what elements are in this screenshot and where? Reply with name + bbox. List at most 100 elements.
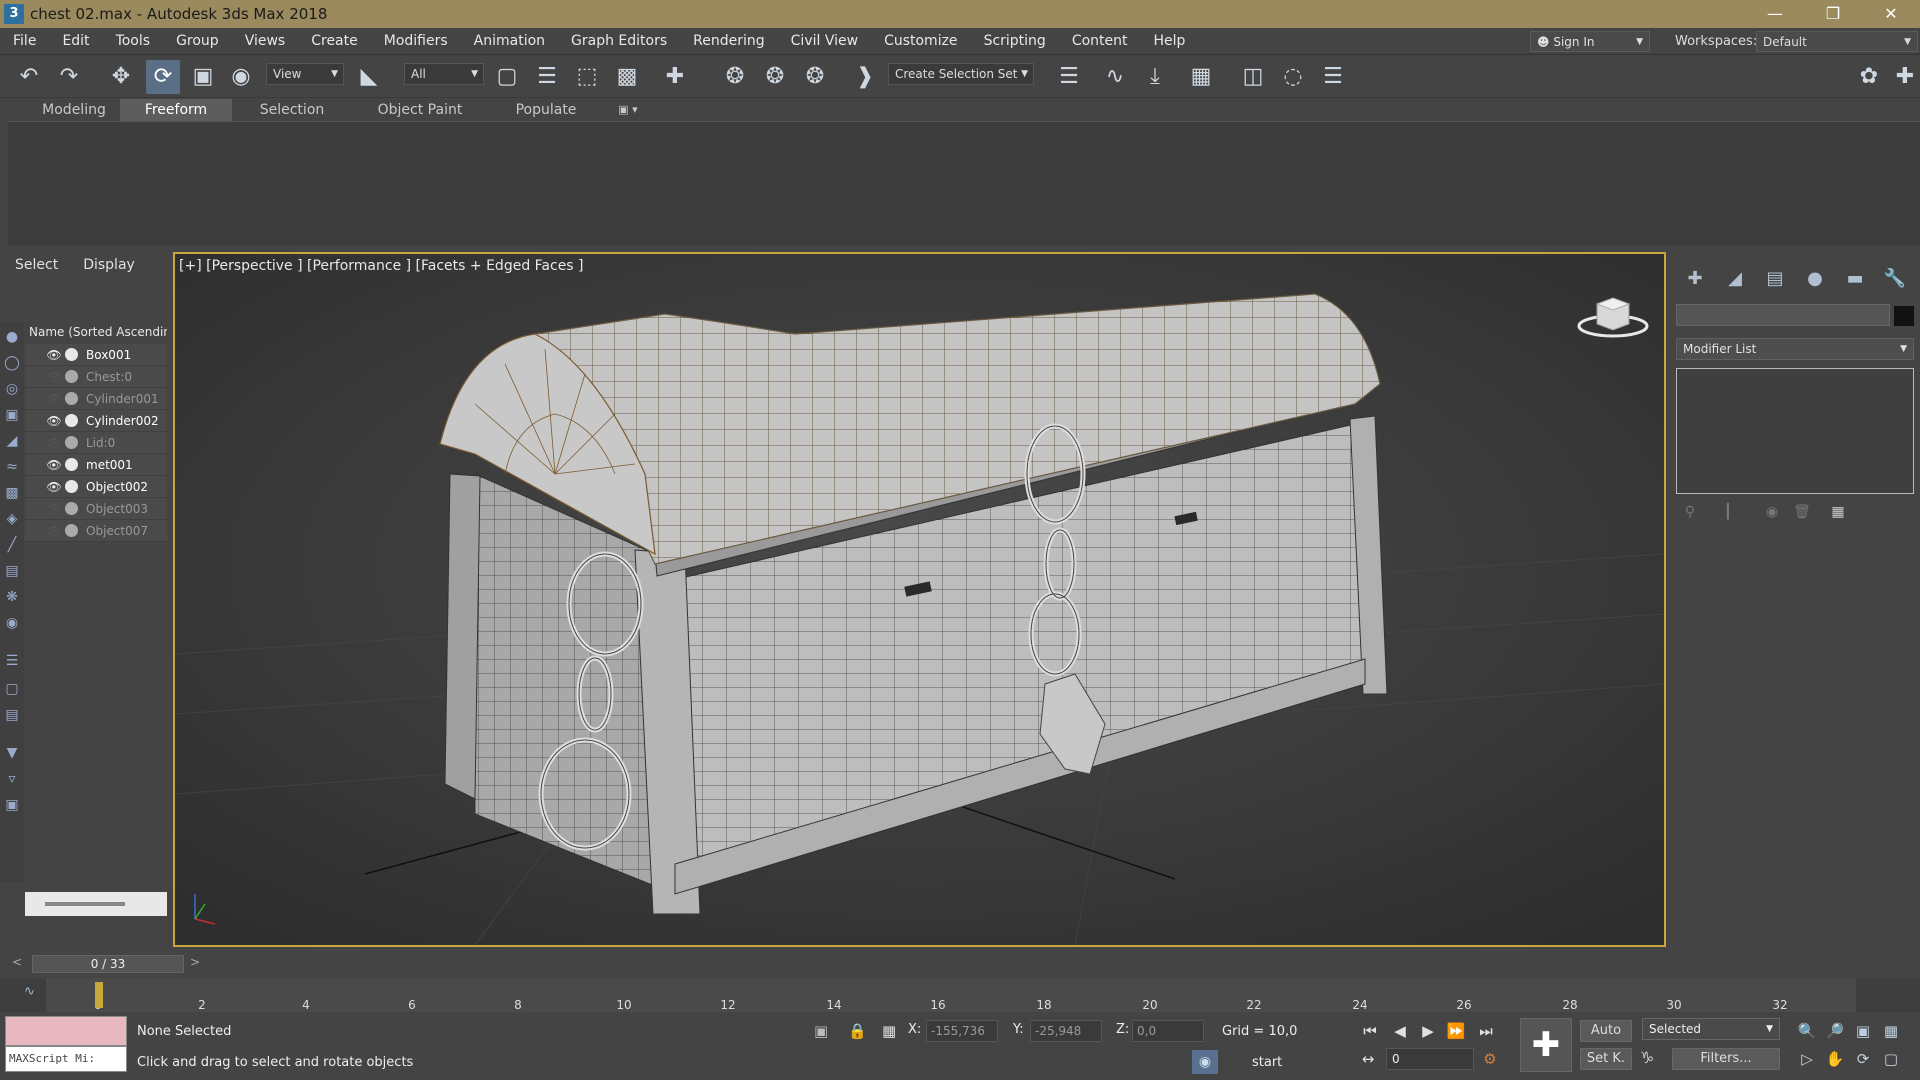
menu-create[interactable]: Create [298,33,371,49]
menu-group[interactable]: Group [163,33,232,49]
current-frame-field[interactable]: 0 [1386,1048,1474,1070]
viewcube-icon[interactable] [1573,290,1653,340]
bones-icon[interactable]: ╱ [3,536,21,554]
object-name-field[interactable] [1676,304,1890,326]
perspective-viewport[interactable]: [+] [Perspective ] [Performance ] [Facet… [173,252,1666,947]
containers-icon[interactable]: ▤ [3,562,21,580]
funnel-icon[interactable]: ▿ [3,770,21,788]
list-item[interactable]: 👁 Object002 [25,476,167,498]
key-mode-icon[interactable]: ↔ [1356,1048,1380,1070]
object-color-swatch[interactable] [1894,306,1914,326]
key-filter-selected-dropdown[interactable]: Selected ▼ [1642,1018,1780,1040]
isolate-selection-icon[interactable]: ▣ [814,1022,828,1040]
adaptive-degradation-icon[interactable]: ◉ [1192,1050,1218,1074]
show-end-result-icon[interactable]: ┃ [1718,504,1738,524]
zoom-extents-all-icon[interactable]: ▦ [1880,1020,1902,1042]
previous-frame-icon[interactable]: ◀ [1388,1020,1412,1042]
lights-icon[interactable]: ◎ [3,380,21,398]
lock-icon[interactable]: 🔒 [848,1022,867,1040]
default-tangents-icon[interactable]: ♑ [1640,1048,1654,1067]
groups-icon[interactable]: ▩ [3,484,21,502]
spacewarps-icon[interactable]: ≈ [3,458,21,476]
folder-icon[interactable]: ▣ [3,796,21,814]
workspaces-dropdown[interactable]: Default ▼ [1756,31,1918,52]
next-frame-icon[interactable]: ⏩ [1444,1020,1468,1042]
pan-icon[interactable]: ✋ [1824,1048,1846,1070]
list-item[interactable]: 👁 Chest:0 [25,366,167,388]
set-key-icon[interactable]: ✚ [1520,1018,1572,1072]
window-crossing-icon[interactable]: ▩ [610,60,644,94]
select-by-name-icon[interactable]: ☰ [530,60,564,94]
time-slider[interactable]: 0 / 33 [32,955,184,973]
eye-icon[interactable]: 👁 [45,480,63,494]
time-configuration-icon[interactable]: ⚙ [1478,1048,1502,1070]
list-icon[interactable]: ☰ [3,652,21,670]
modifier-stack[interactable] [1676,368,1914,494]
maxscript-output[interactable] [5,1016,127,1046]
tab-freeform[interactable]: Freeform [120,99,232,121]
app-icon[interactable]: 3 [4,4,24,24]
menu-customize[interactable]: Customize [871,33,971,49]
filter-icon[interactable]: ▼ [3,744,21,762]
layer-explorer-icon[interactable]: ☰ [1052,60,1086,94]
ribbon-options-icon[interactable]: ▣ ▾ [610,99,646,121]
list-item[interactable]: 👁 Cylinder001 [25,388,167,410]
align-icon[interactable]: ◌ [1276,60,1310,94]
track-bar[interactable]: ∿ 0 2 4 6 8 10 12 14 16 18 20 22 24 26 2… [0,978,1920,1012]
menu-edit[interactable]: Edit [49,33,102,49]
curve-editor-icon[interactable]: ∿ [1098,60,1132,94]
list-item[interactable]: 👁 Object003 [25,498,167,520]
list-item[interactable]: 👁 Object007 [25,520,167,542]
list-item[interactable]: 👁 Box001 [25,344,167,366]
menu-scripting[interactable]: Scripting [971,33,1059,49]
dope-sheet-icon[interactable]: ⤓ [1138,60,1172,94]
rotate-icon[interactable]: ⟳ [146,60,180,94]
hierarchy-tab-icon[interactable]: ▤ [1760,266,1790,292]
shapes-icon[interactable]: ◯ [3,354,21,372]
pin-stack-icon[interactable]: ⚲ [1680,504,1700,524]
menu-rendering[interactable]: Rendering [680,33,778,49]
z-coordinate-field[interactable]: 0,0 [1132,1020,1204,1042]
mirror-icon[interactable]: ◫ [1236,60,1270,94]
go-to-end-icon[interactable]: ⏭ [1474,1020,1498,1042]
time-next-icon[interactable]: > [190,955,200,969]
list-item[interactable]: 👁 met001 [25,454,167,476]
eye-icon[interactable]: 👁 [45,370,63,384]
display-tab-icon[interactable]: ▬ [1840,266,1870,292]
snap-move-icon[interactable]: ✚ [658,60,692,94]
tab-populate[interactable]: Populate [496,99,596,121]
list-item[interactable]: 👁 Lid:0 [25,432,167,454]
menu-content[interactable]: Content [1059,33,1141,49]
render-frame-icon[interactable]: ✚ [1888,60,1920,94]
reference-coordinate-dropdown[interactable]: View ▼ [266,63,344,85]
menu-file[interactable]: File [0,33,49,49]
absolute-mode-icon[interactable]: ▦ [882,1022,896,1040]
xrefs-icon[interactable]: ◈ [3,510,21,528]
key-filters-button[interactable]: Filters... [1672,1048,1780,1070]
create-tab-icon[interactable]: ✚ [1680,266,1710,292]
horizontal-scrollbar[interactable] [25,892,167,916]
x-coordinate-field[interactable]: -155,736 [926,1020,998,1042]
redo-icon[interactable]: ↷ [52,60,86,94]
tab-select[interactable]: Select [0,257,68,273]
cameras-icon[interactable]: ▣ [3,406,21,424]
properties-icon[interactable]: ▤ [3,706,21,724]
make-unique-icon[interactable]: ◉ [1762,504,1782,524]
toggle-ribbon-icon[interactable]: ☰ [1316,60,1350,94]
set-key-button[interactable]: Set K. [1580,1048,1632,1070]
maxscript-listener[interactable]: MAXScript Mi: [5,1016,127,1074]
y-coordinate-field[interactable]: -25,948 [1030,1020,1102,1042]
selection-region-icon[interactable]: ⬚ [570,60,604,94]
zoom-icon[interactable]: 🔍 [1796,1020,1818,1042]
close-button[interactable]: ✕ [1862,0,1920,28]
go-to-start-icon[interactable]: ⏮ [1358,1020,1382,1042]
tab-object-paint[interactable]: Object Paint [364,99,476,121]
configure-sets-icon[interactable]: ▦ [1828,504,1848,524]
named-selection-icon[interactable]: ❱ [848,60,882,94]
geometry-icon[interactable]: ● [3,328,21,346]
percent-snap-icon[interactable]: ❂ [798,60,832,94]
eye-icon[interactable]: 👁 [45,502,63,516]
particles-icon[interactable]: ❋ [3,588,21,606]
viewport-label[interactable]: [+] [Perspective ] [Performance ] [Facet… [179,258,584,274]
tab-modeling[interactable]: Modeling [24,99,124,121]
